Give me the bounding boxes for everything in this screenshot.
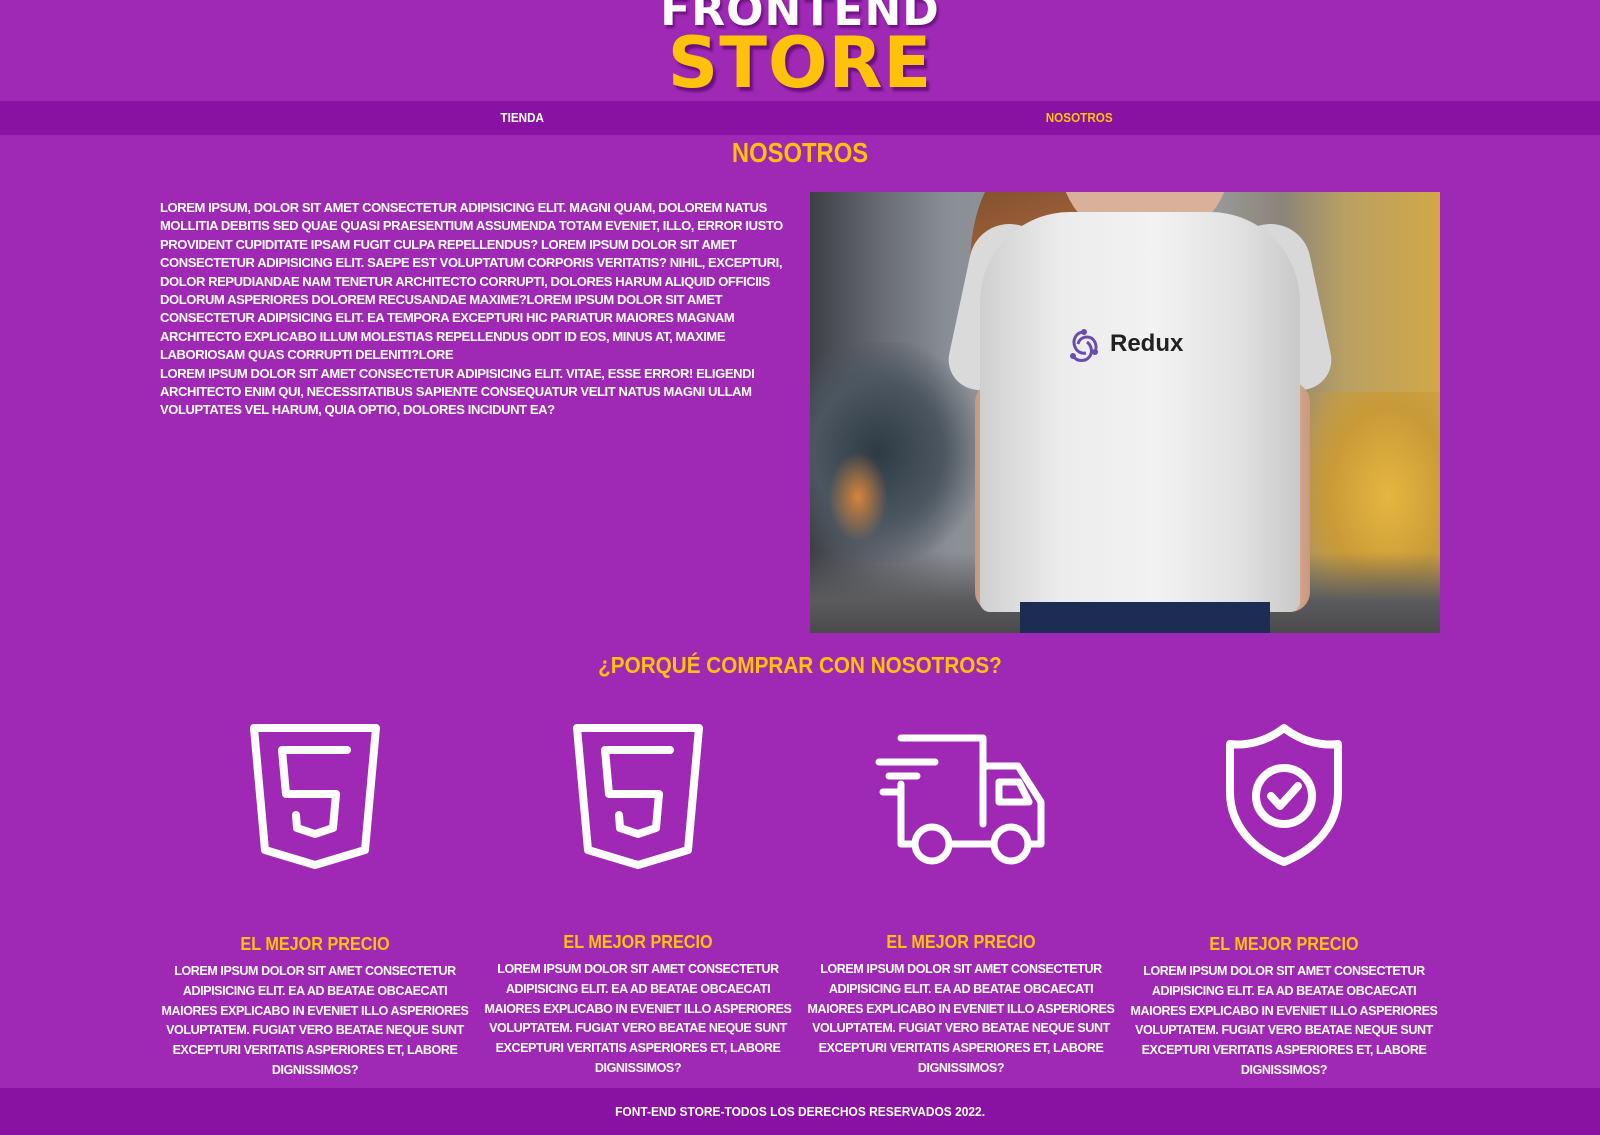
about-paragraph-1: Lorem ipsum, dolor sit amet consectetur … <box>160 200 783 363</box>
store-logo[interactable]: FRONTEND STORE <box>0 0 1600 101</box>
feature-title: El mejor precio <box>886 932 1036 952</box>
nav-link-nosotros[interactable]: NOSOTROS <box>1046 101 1113 135</box>
photo-jeans <box>1020 602 1270 633</box>
html5-shield-icon <box>157 722 473 882</box>
photo-white-tshirt <box>980 212 1300 612</box>
redux-wordmark: Redux <box>1110 330 1184 357</box>
why-buy-title: ¿Porqué comprar con nosotros? <box>598 652 1002 678</box>
delivery-truck-icon <box>803 734 1119 894</box>
feature-text: Lorem ipsum dolor sit amet consectetur a… <box>807 962 1115 1075</box>
logo-bottom-word: STORE <box>667 22 933 101</box>
site-header: FRONTEND STORE <box>0 0 1600 101</box>
about-text: Lorem ipsum, dolor sit amet consectetur … <box>160 199 790 420</box>
footer-copyright: Font-end store-todos los derechos reserv… <box>615 1104 985 1119</box>
security-shield-check-icon <box>1126 722 1442 882</box>
main-navigation: TIENDA NOSOTROS <box>0 101 1600 135</box>
site-footer: Font-end store-todos los derechos reserv… <box>0 1088 1600 1135</box>
redux-icon <box>1070 329 1098 362</box>
photo-background-light <box>828 452 888 542</box>
feature-title: El mejor precio <box>1209 934 1359 954</box>
feature-title: El mejor precio <box>563 932 713 952</box>
html5-shield-icon <box>480 722 796 882</box>
feature-title: El mejor precio <box>240 934 390 954</box>
about-paragraph-2: Lorem ipsum dolor sit amet consectetur a… <box>160 365 755 418</box>
feature-text: Lorem ipsum dolor sit amet consectetur a… <box>161 964 469 1077</box>
feature-text: Lorem ipsum dolor sit amet consectetur a… <box>1130 964 1438 1077</box>
redux-tshirt-photo: Redux <box>810 192 1440 633</box>
redux-logo-print: Redux <box>1064 326 1224 366</box>
page-title: NOSOTROS <box>731 137 869 168</box>
feature-text: Lorem ipsum dolor sit amet consectetur a… <box>484 962 792 1075</box>
nav-link-tienda[interactable]: TIENDA <box>500 101 544 135</box>
